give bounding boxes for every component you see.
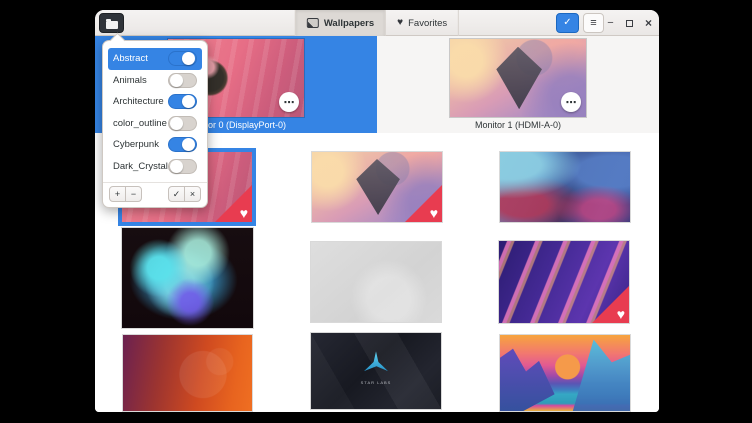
heart-icon: ♥ <box>430 205 438 221</box>
category-toggle-switch[interactable] <box>168 94 197 109</box>
wallpaper-image <box>123 335 252 411</box>
remove-category-button[interactable]: − <box>125 186 142 202</box>
toggle-knob <box>182 52 195 65</box>
close-icon: × <box>645 16 652 30</box>
category-row[interactable]: Animals <box>108 70 202 92</box>
tab-wallpapers-label: Wallpapers <box>324 18 374 29</box>
category-label: Animals <box>113 75 147 86</box>
toggle-knob <box>182 138 195 151</box>
heart-icon: ♥ <box>617 306 625 322</box>
category-toggle-switch[interactable] <box>168 51 197 66</box>
image-icon <box>307 18 319 28</box>
maximize-icon <box>626 20 633 27</box>
category-row[interactable]: Architecture <box>108 91 202 113</box>
category-row[interactable]: Dark_Crystal <box>108 156 202 178</box>
wallpaper-image: STAR LABS <box>311 333 441 409</box>
more-options-icon: ⋯ <box>284 96 295 109</box>
toggle-knob <box>182 95 195 108</box>
wallpaper-abstract-clouds[interactable] <box>500 152 630 222</box>
wallpaper-image <box>122 228 253 328</box>
header-bar: Wallpapers ♥ Favorites ✓ ≡ − <box>95 10 659 36</box>
category-label: Abstract <box>113 53 148 64</box>
starlabs-logo-text: STAR LABS <box>311 380 441 385</box>
category-toggle-switch[interactable] <box>168 137 197 152</box>
wallpaper-image <box>500 335 630 411</box>
toggle-knob <box>170 74 183 87</box>
starlabs-logo-icon <box>364 351 388 375</box>
hamburger-menu-icon: ≡ <box>590 17 596 29</box>
wallpaper-image <box>500 152 630 222</box>
category-label: color_outline <box>113 118 167 129</box>
minimize-button[interactable]: − <box>601 13 620 33</box>
monitor-1-panel[interactable]: ⋯ Monitor 1 (HDMI-A-0) <box>377 36 659 133</box>
close-button[interactable]: × <box>639 13 658 33</box>
desktop-background: Wallpapers ♥ Favorites ✓ ≡ − <box>0 0 752 423</box>
category-label: Dark_Crystal <box>113 161 168 172</box>
category-toggle-switch[interactable] <box>168 159 197 174</box>
open-folder-button[interactable] <box>99 13 124 33</box>
toggle-knob <box>170 160 183 173</box>
wallpaper-purple-waves[interactable]: ♥ <box>499 241 629 323</box>
wallpaper-ink-smoke[interactable] <box>122 228 253 328</box>
category-toggle-switch[interactable] <box>168 116 197 131</box>
window-controls: − × <box>601 13 658 33</box>
wallpaper-grey-placeholder[interactable] <box>311 242 441 322</box>
category-toggle-switch[interactable] <box>168 73 197 88</box>
view-switcher: Wallpapers ♥ Favorites <box>295 10 459 36</box>
wallpaper-ubuntu-orange[interactable] <box>123 335 252 411</box>
tab-wallpapers[interactable]: Wallpapers <box>295 10 385 36</box>
category-list: Abstract Animals Architecture color_outl… <box>108 48 202 177</box>
category-row[interactable]: color_outline <box>108 113 202 135</box>
monitor-1-more-button[interactable]: ⋯ <box>561 92 581 112</box>
minus-icon: − <box>131 189 136 199</box>
popover-actions: + − ✓ × <box>109 186 201 202</box>
close-popover-button[interactable]: × <box>184 186 201 202</box>
more-options-icon: ⋯ <box>566 96 577 109</box>
tab-favorites[interactable]: ♥ Favorites <box>385 10 459 36</box>
popover-separator <box>103 182 207 183</box>
category-label: Architecture <box>113 96 164 107</box>
close-icon: × <box>190 189 195 199</box>
category-row[interactable]: Abstract <box>108 48 202 70</box>
heart-icon: ♥ <box>240 205 248 221</box>
maximize-button[interactable] <box>620 13 639 33</box>
folder-open-icon <box>106 21 118 29</box>
plus-icon: + <box>115 189 120 199</box>
wallpaper-mountain-sunset[interactable] <box>500 335 630 411</box>
category-label: Cyberpunk <box>113 139 159 150</box>
confirm-categories-button[interactable]: ✓ <box>168 186 185 202</box>
wallpaper-floating-island[interactable]: ♥ <box>312 152 442 222</box>
category-row[interactable]: Cyberpunk <box>108 134 202 156</box>
check-icon: ✓ <box>173 189 181 199</box>
toggle-knob <box>170 117 183 130</box>
add-category-button[interactable]: + <box>109 186 126 202</box>
monitor-0-more-button[interactable]: ⋯ <box>279 92 299 112</box>
category-popover: Abstract Animals Architecture color_outl… <box>102 40 208 208</box>
check-icon: ✓ <box>563 17 571 28</box>
wallpaper-image <box>311 242 441 322</box>
app-window: Wallpapers ♥ Favorites ✓ ≡ − <box>95 10 659 412</box>
minimize-icon: − <box>607 17 613 29</box>
wallpaper-starlabs[interactable]: STAR LABS <box>311 333 441 409</box>
apply-button[interactable]: ✓ <box>556 13 579 33</box>
heart-icon: ♥ <box>397 18 403 28</box>
monitor-1-label: Monitor 1 (HDMI-A-0) <box>377 120 659 130</box>
monitor-1-wallpaper-preview[interactable]: ⋯ <box>450 39 586 117</box>
tab-favorites-label: Favorites <box>408 18 447 29</box>
